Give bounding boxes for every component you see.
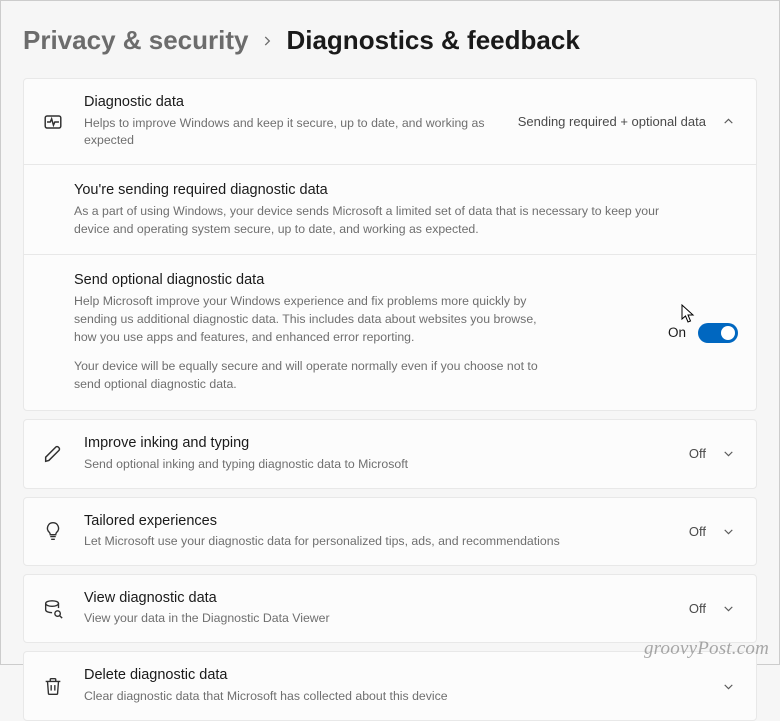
- tailored-status: Off: [689, 524, 718, 539]
- view-diagnostic-card[interactable]: View diagnostic data View your data in t…: [23, 574, 757, 643]
- chevron-right-icon: [260, 32, 274, 53]
- diagnostic-data-header[interactable]: Diagnostic data Helps to improve Windows…: [24, 79, 756, 165]
- view-desc: View your data in the Diagnostic Data Vi…: [84, 610, 677, 628]
- inking-typing-card[interactable]: Improve inking and typing Send optional …: [23, 419, 757, 488]
- pen-icon: [42, 443, 84, 465]
- inking-status: Off: [689, 446, 718, 461]
- chevron-down-icon: [718, 602, 738, 615]
- required-diagnostic-title: You're sending required diagnostic data: [74, 181, 726, 201]
- optional-diagnostic-title: Send optional diagnostic data: [74, 271, 656, 291]
- delete-title: Delete diagnostic data: [84, 666, 706, 686]
- chevron-down-icon: [718, 525, 738, 538]
- inking-desc: Send optional inking and typing diagnost…: [84, 456, 677, 474]
- trash-icon: [42, 675, 84, 697]
- diagnostic-data-status: Sending required + optional data: [518, 114, 718, 129]
- required-diagnostic-desc: As a part of using Windows, your device …: [74, 203, 674, 239]
- diagnostic-data-card: Diagnostic data Helps to improve Windows…: [23, 78, 757, 411]
- optional-diagnostic-desc2: Your device will be equally secure and w…: [74, 358, 554, 394]
- tailored-desc: Let Microsoft use your diagnostic data f…: [84, 533, 677, 551]
- tailored-title: Tailored experiences: [84, 512, 677, 532]
- breadcrumb-parent[interactable]: Privacy & security: [23, 25, 248, 56]
- optional-toggle-label: On: [668, 325, 686, 340]
- view-status: Off: [689, 601, 718, 616]
- optional-diagnostic-row: Send optional diagnostic data Help Micro…: [24, 255, 756, 410]
- delete-diagnostic-card[interactable]: Delete diagnostic data Clear diagnostic …: [23, 651, 757, 720]
- chevron-up-icon: [718, 115, 738, 128]
- breadcrumb: Privacy & security Diagnostics & feedbac…: [23, 25, 757, 56]
- data-search-icon: [42, 598, 84, 620]
- diagnostic-data-title: Diagnostic data: [84, 93, 506, 113]
- diagnostic-data-desc: Helps to improve Windows and keep it sec…: [84, 115, 506, 151]
- view-title: View diagnostic data: [84, 589, 677, 609]
- chevron-down-icon: [718, 680, 738, 693]
- heart-monitor-icon: [42, 111, 84, 133]
- watermark: groovyPost.com: [644, 638, 769, 660]
- inking-title: Improve inking and typing: [84, 434, 677, 454]
- page-title: Diagnostics & feedback: [286, 25, 579, 56]
- chevron-down-icon: [718, 447, 738, 460]
- optional-diagnostic-toggle[interactable]: [698, 323, 738, 343]
- tailored-experiences-card[interactable]: Tailored experiences Let Microsoft use y…: [23, 497, 757, 566]
- delete-desc: Clear diagnostic data that Microsoft has…: [84, 688, 684, 706]
- optional-diagnostic-desc1: Help Microsoft improve your Windows expe…: [74, 293, 554, 346]
- lightbulb-icon: [42, 520, 84, 542]
- required-diagnostic-row: You're sending required diagnostic data …: [24, 165, 756, 255]
